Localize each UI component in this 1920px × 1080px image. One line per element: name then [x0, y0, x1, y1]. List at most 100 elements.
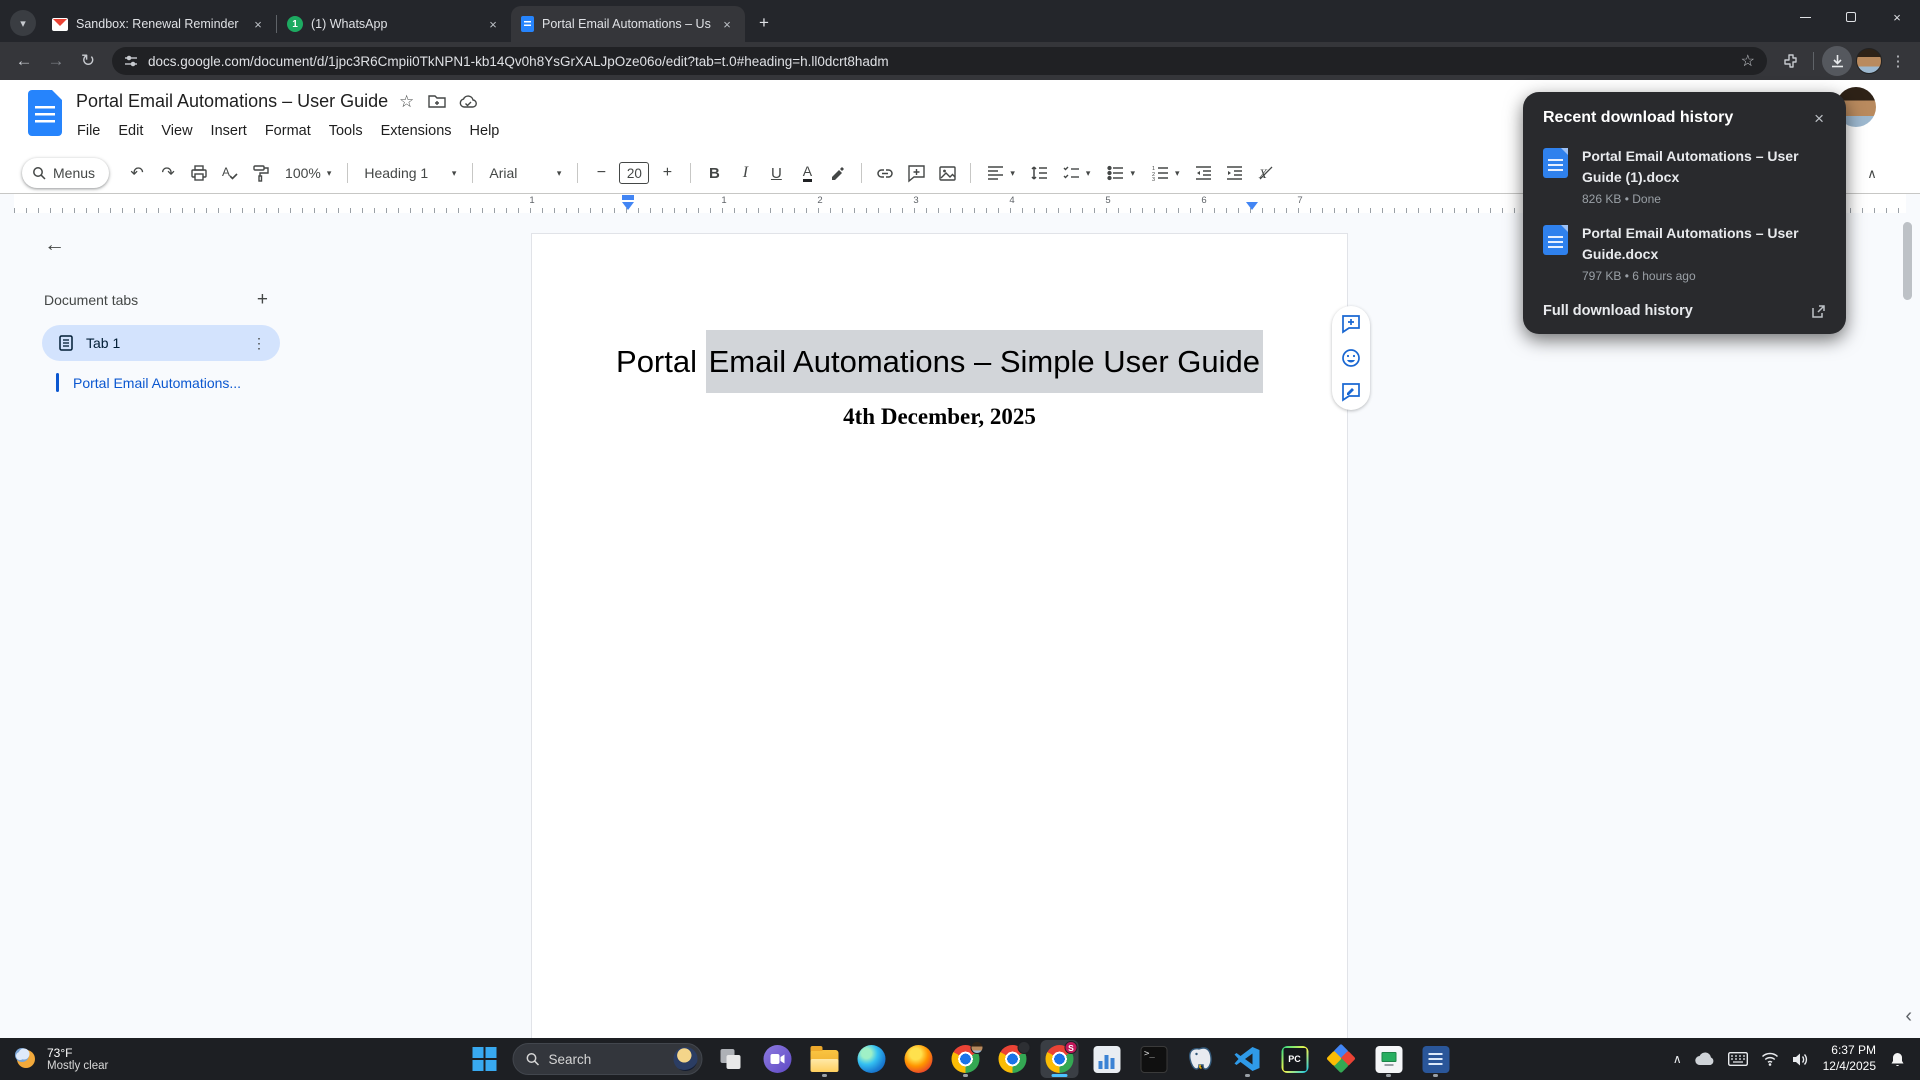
print-button[interactable] [186, 160, 212, 186]
menu-tools[interactable]: Tools [320, 120, 372, 142]
add-tab-button[interactable]: + [251, 289, 274, 311]
tab-close-button[interactable]: × [250, 16, 266, 32]
menu-extensions[interactable]: Extensions [372, 120, 461, 142]
back-button[interactable]: ← [10, 47, 38, 75]
reload-button[interactable]: ↻ [74, 47, 102, 75]
font-family-select[interactable]: Arial ▾ [483, 160, 567, 186]
taskbar-icon-vscode[interactable] [1229, 1040, 1267, 1078]
document-title[interactable]: Portal Email Automations – User Guide [76, 91, 388, 112]
google-docs-logo[interactable] [28, 90, 62, 136]
popup-close-icon[interactable]: × [1812, 109, 1826, 129]
extensions-puzzle-icon[interactable] [1777, 47, 1805, 75]
redo-button[interactable]: ↷ [155, 160, 181, 186]
tab-search-button[interactable]: ▾ [10, 10, 36, 36]
menus-search-button[interactable]: Menus [22, 158, 110, 188]
clear-formatting-icon[interactable]: X [1253, 160, 1279, 186]
taskbar-icon-chrome-profile1[interactable] [947, 1040, 985, 1078]
taskbar-icon-writer-doc[interactable] [1417, 1040, 1455, 1078]
bold-button[interactable]: B [701, 160, 727, 186]
site-info-icon[interactable] [124, 54, 138, 68]
menu-format[interactable]: Format [256, 120, 320, 142]
start-button[interactable] [466, 1040, 504, 1078]
taskbar-icon-postgresql[interactable] [1182, 1040, 1220, 1078]
move-to-folder-icon[interactable] [428, 94, 446, 109]
onedrive-cloud-icon[interactable] [1694, 1052, 1715, 1066]
menu-view[interactable]: View [152, 120, 201, 142]
taskbar-icon-chrome-active[interactable]: S [1040, 1040, 1079, 1078]
address-bar[interactable]: docs.google.com/document/d/1jpc3R6Cmpii0… [112, 47, 1767, 75]
suggest-edits-button[interactable] [1341, 382, 1361, 402]
taskbar-icon-file-explorer[interactable] [806, 1040, 844, 1078]
add-comment-icon[interactable] [903, 160, 929, 186]
new-tab-button[interactable]: + [751, 10, 777, 36]
collapse-side-arrow[interactable]: ‹ [1905, 1005, 1912, 1028]
numbered-list-select[interactable]: 123 ▾ [1146, 160, 1186, 186]
menu-edit[interactable]: Edit [109, 120, 152, 142]
document-page[interactable]: Portal Email Automations – Simple User G… [531, 233, 1348, 1038]
increase-font-button[interactable]: + [654, 160, 680, 186]
window-minimize-button[interactable] [1782, 0, 1828, 34]
increase-indent-icon[interactable] [1222, 160, 1248, 186]
insert-link-icon[interactable] [872, 160, 898, 186]
volume-icon[interactable] [1792, 1052, 1810, 1067]
align-select[interactable]: ▾ [981, 160, 1021, 186]
notification-bell-icon[interactable] [1889, 1051, 1906, 1068]
paint-format-icon[interactable] [248, 160, 274, 186]
font-size-input[interactable]: 20 [619, 162, 650, 184]
taskbar-clock[interactable]: 6:37 PM 12/4/2025 [1823, 1043, 1876, 1074]
insert-image-icon[interactable] [934, 160, 960, 186]
taskbar-weather-widget[interactable]: 73°F Mostly clear [0, 1046, 220, 1073]
left-indent-marker[interactable] [622, 202, 634, 210]
wifi-icon[interactable] [1761, 1052, 1779, 1066]
full-download-history-link[interactable]: Full download history [1543, 303, 1826, 319]
download-file-name[interactable]: Portal Email Automations – User Guide (1… [1582, 146, 1826, 188]
bookmark-star-icon[interactable]: ☆ [1741, 51, 1755, 71]
tab-close-button[interactable]: × [719, 16, 735, 32]
window-maximize-button[interactable] [1828, 0, 1874, 34]
tab-options-kebab-icon[interactable]: ⋮ [248, 335, 270, 352]
bulleted-list-select[interactable]: ▾ [1101, 160, 1141, 186]
tray-overflow-chevron-icon[interactable]: ∧ [1673, 1052, 1682, 1066]
vertical-scrollbar-thumb[interactable] [1903, 222, 1912, 300]
touch-keyboard-icon[interactable] [1727, 1052, 1748, 1066]
browser-profile-avatar[interactable] [1856, 48, 1882, 74]
download-item[interactable]: Portal Email Automations – User Guide (1… [1543, 146, 1826, 206]
underline-button[interactable]: U [763, 160, 789, 186]
downloads-button[interactable] [1822, 46, 1852, 76]
browser-tab-gmail[interactable]: Sandbox: Renewal Reminder - E × [42, 6, 276, 42]
download-item[interactable]: Portal Email Automations – User Guide.do… [1543, 223, 1826, 283]
menu-file[interactable]: File [68, 120, 109, 142]
cloud-saved-icon[interactable] [459, 94, 478, 109]
zoom-select[interactable]: 100% ▾ [279, 160, 337, 186]
browser-menu-kebab-icon[interactable]: ⋮ [1886, 52, 1910, 70]
add-comment-button[interactable] [1341, 314, 1361, 334]
window-close-button[interactable]: × [1874, 0, 1920, 34]
decrease-indent-icon[interactable] [1191, 160, 1217, 186]
menu-help[interactable]: Help [461, 120, 509, 142]
taskbar-icon-terminal[interactable]: >_ [1135, 1040, 1173, 1078]
italic-button[interactable]: I [732, 160, 758, 186]
highlight-color-icon[interactable] [825, 160, 851, 186]
line-spacing-icon[interactable] [1026, 160, 1052, 186]
document-heading[interactable]: Portal Email Automations – Simple User G… [532, 330, 1347, 393]
taskbar-search[interactable]: Search [512, 1043, 703, 1075]
checklist-select[interactable]: ▾ [1057, 160, 1097, 186]
forward-button[interactable]: → [42, 47, 70, 75]
star-document-icon[interactable]: ☆ [399, 92, 414, 112]
undo-button[interactable]: ↶ [124, 160, 150, 186]
browser-tab-docs-active[interactable]: Portal Email Automations – Use × [511, 6, 745, 42]
decrease-font-button[interactable]: − [588, 160, 614, 186]
menu-insert[interactable]: Insert [202, 120, 256, 142]
hide-menus-button[interactable]: ∧ [1858, 160, 1886, 188]
close-panel-back-icon[interactable]: ← [44, 233, 65, 257]
browser-tab-whatsapp[interactable]: 1 (1) WhatsApp × [277, 6, 511, 42]
text-color-button[interactable]: A [794, 160, 820, 186]
tab-close-button[interactable]: × [485, 16, 501, 32]
taskbar-icon-task-manager[interactable] [1088, 1040, 1126, 1078]
taskbar-icon-chrome-profile2[interactable] [994, 1040, 1032, 1078]
taskbar-icon-edge[interactable] [853, 1040, 891, 1078]
spellcheck-button[interactable]: A [217, 160, 243, 186]
download-file-name[interactable]: Portal Email Automations – User Guide.do… [1582, 223, 1826, 265]
task-view-button[interactable] [712, 1040, 750, 1078]
taskbar-icon-firefox[interactable] [900, 1040, 938, 1078]
